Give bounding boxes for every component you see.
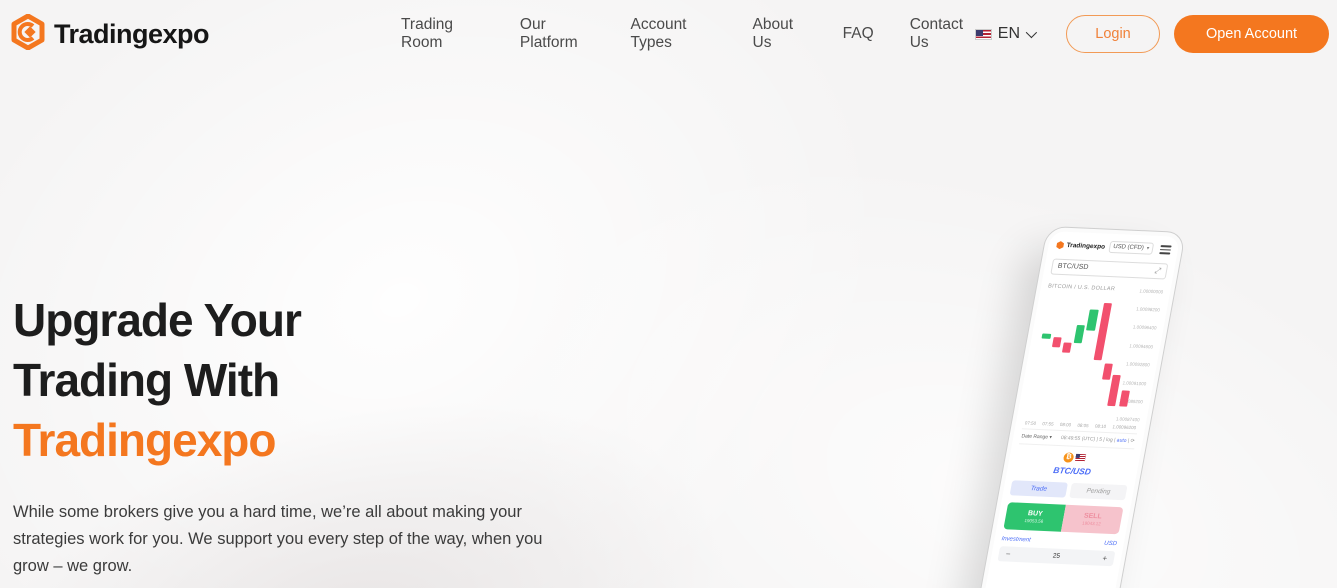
time-tick: 08:00 (1060, 421, 1072, 426)
tab-pending[interactable]: Pending (1069, 482, 1127, 499)
chevron-down-icon: ▾ (1146, 246, 1150, 252)
refresh-icon[interactable]: ⟳ (1130, 438, 1135, 444)
price-tick: 1.00098200 (1136, 306, 1161, 312)
candle-up (1074, 325, 1085, 343)
time-tick: 08:10 (1095, 423, 1107, 428)
candle-down (1061, 342, 1071, 352)
buy-price: 19053.56 (1024, 518, 1044, 524)
price-tick: 1.00000000 (1139, 288, 1164, 294)
nav-our-platform[interactable]: Our Platform (520, 16, 595, 52)
hero-title: Upgrade Your Trading With Tradingexpo (13, 290, 558, 470)
phone-brand-logo: Tradingexpo (1055, 240, 1106, 251)
price-tick: 1.00091000 (1122, 380, 1147, 386)
phone-search-value: BTC/USD (1057, 263, 1089, 271)
language-selector[interactable]: EN (975, 25, 1034, 43)
expand-icon[interactable]: ⤢ (1154, 265, 1162, 275)
symbol-name: BTC/USD (1014, 463, 1131, 478)
bitcoin-icon: ₿ (1063, 452, 1075, 462)
candlestick-chart: 1.000000001.000982001.000964001.00094600… (1024, 292, 1162, 423)
phone-app-header: Tradingexpo USD (CFD) ▾ (1055, 238, 1172, 256)
candle-down (1102, 363, 1113, 380)
sell-price: 19043.12 (1082, 520, 1102, 526)
nav-account-types[interactable]: Account Types (630, 16, 716, 52)
nav-contact-us[interactable]: Contact Us (910, 16, 975, 52)
login-button[interactable]: Login (1066, 15, 1160, 53)
phone-brand-name: Tradingexpo (1066, 242, 1106, 251)
phone-brand-hexagon-icon (1055, 240, 1066, 249)
tab-trade[interactable]: Trade (1010, 480, 1068, 497)
open-account-button[interactable]: Open Account (1174, 15, 1329, 53)
sell-button[interactable]: SELL 19043.12 (1061, 504, 1124, 534)
price-tick: 1.00092800 (1126, 362, 1151, 368)
brand-hexagon-icon (10, 14, 46, 55)
investment-row: Investment USD (1001, 536, 1117, 547)
chart-settings: 08:49:55 (UTC) | 5 | log | auto | ⟳ (1060, 435, 1135, 444)
hero-title-line3: Tradingexpo (13, 414, 275, 466)
phone-currency-dropdown[interactable]: USD (CFD) ▾ (1108, 241, 1154, 255)
chevron-down-icon (1026, 27, 1037, 38)
hero-description: While some brokers give you a hard time,… (13, 499, 545, 580)
candle-up (1086, 309, 1098, 331)
chevron-down-icon: ▾ (1049, 434, 1053, 440)
investment-stepper: − 25 + (998, 546, 1116, 566)
symbol-block: ₿ BTC/USD (1014, 444, 1135, 478)
hero-title-line2: Trading With (13, 354, 279, 406)
hero-title-line1: Upgrade Your (13, 294, 301, 346)
investment-value: 25 (1010, 550, 1103, 561)
price-tick: 1.00096400 (1132, 325, 1157, 331)
time-tick: 07:55 (1042, 421, 1054, 426)
investment-currency[interactable]: USD (1104, 540, 1118, 547)
header-actions: EN Login Open Account (975, 15, 1329, 53)
order-buttons: BUY 19053.56 SELL 19043.12 (1003, 502, 1123, 534)
date-range-dropdown[interactable]: Date Range ▾ (1021, 433, 1052, 440)
phone-mockup: Tradingexpo USD (CFD) ▾ BTC/USD ⤢ BITCOI… (974, 227, 1185, 588)
price-tick: 1.00094600 (1129, 343, 1154, 349)
phone-symbol-search-input[interactable]: BTC/USD ⤢ (1050, 258, 1168, 279)
order-tabs: Trade Pending (1010, 480, 1128, 500)
header: Tradingexpo Trading Room Our Platform Ac… (0, 0, 1337, 68)
main-nav: Trading Room Our Platform Account Types … (401, 16, 975, 52)
price-tick: 1.00087400 (1115, 417, 1140, 423)
time-tick: 07:50 (1025, 420, 1037, 425)
candle-up (1042, 334, 1051, 339)
nav-faq[interactable]: FAQ (843, 25, 874, 43)
candle-down (1052, 337, 1062, 347)
nav-trading-room[interactable]: Trading Room (401, 16, 484, 52)
time-tick: 08:05 (1077, 422, 1089, 427)
chart-scale-toggle[interactable]: log (1106, 437, 1114, 443)
nav-about-us[interactable]: About Us (753, 16, 807, 52)
chart-timestamp: 08:49:55 (UTC) (1060, 435, 1095, 442)
buy-button[interactable]: BUY 19053.56 (1003, 502, 1066, 532)
hero-section: Upgrade Your Trading With Tradingexpo Wh… (13, 290, 558, 580)
brand-logo[interactable]: Tradingexpo (10, 14, 209, 55)
chart-auto-toggle[interactable]: auto (1116, 437, 1127, 443)
phone-currency-value: USD (CFD) (1113, 244, 1145, 251)
language-code: EN (998, 25, 1020, 43)
investment-label: Investment (1001, 536, 1031, 543)
brand-name: Tradingexpo (54, 19, 209, 50)
hamburger-menu-icon[interactable] (1159, 243, 1172, 256)
plus-button[interactable]: + (1102, 553, 1108, 562)
us-flag-icon (975, 29, 992, 40)
time-tick: 1.00096200 (1112, 424, 1137, 430)
us-flag-icon (1075, 454, 1086, 461)
